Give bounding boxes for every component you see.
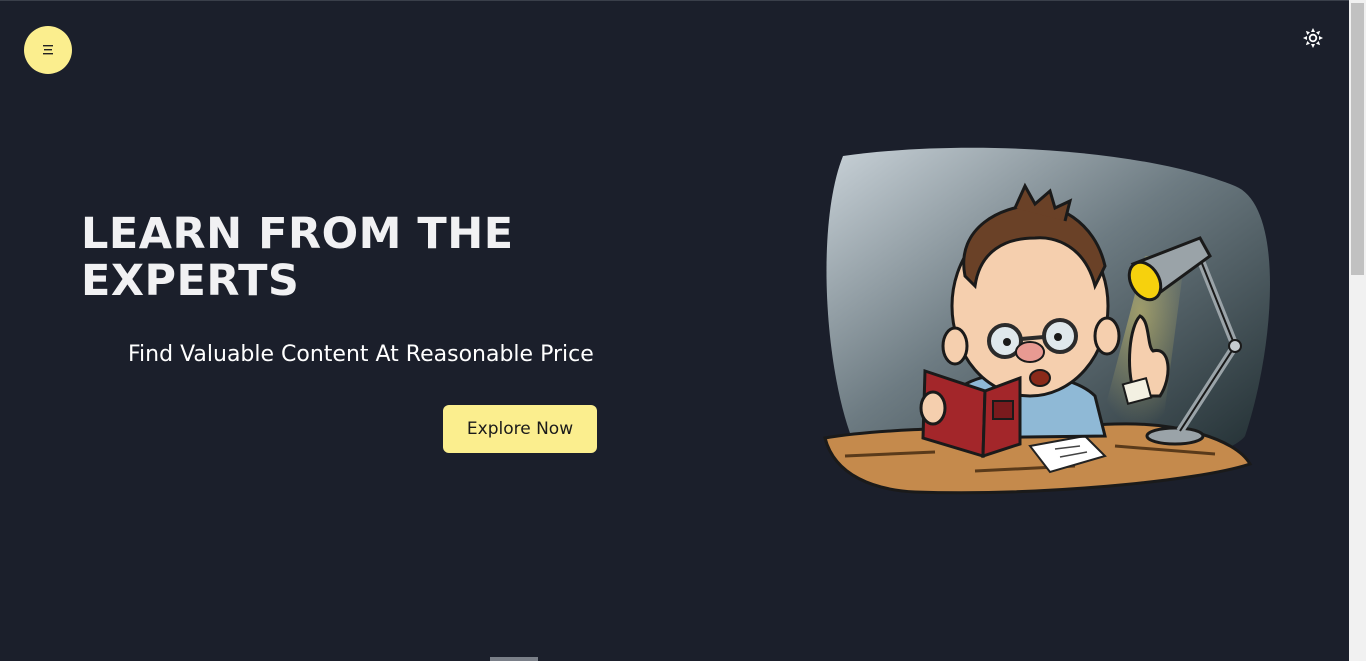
sun-icon (1303, 28, 1323, 48)
hero-title: LEARN FROM THE EXPERTS (81, 211, 641, 305)
vertical-scrollbar[interactable] (1349, 0, 1366, 661)
menu-button[interactable] (24, 26, 72, 74)
hero-subtitle: Find Valuable Content At Reasonable Pric… (128, 342, 594, 367)
page-viewport: LEARN FROM THE EXPERTS Find Valuable Con… (0, 0, 1349, 661)
explore-now-button[interactable]: Explore Now (443, 405, 597, 453)
vertical-scrollbar-thumb[interactable] (1351, 3, 1364, 275)
hamburger-menu-icon (43, 45, 53, 55)
theme-toggle-button[interactable] (1302, 27, 1324, 49)
hero-title-line1: LEARN FROM THE (81, 209, 514, 259)
professor-reading-illustration (823, 147, 1270, 495)
horizontal-scroll-indicator (490, 657, 538, 661)
hero-title-line2: EXPERTS (81, 256, 300, 306)
